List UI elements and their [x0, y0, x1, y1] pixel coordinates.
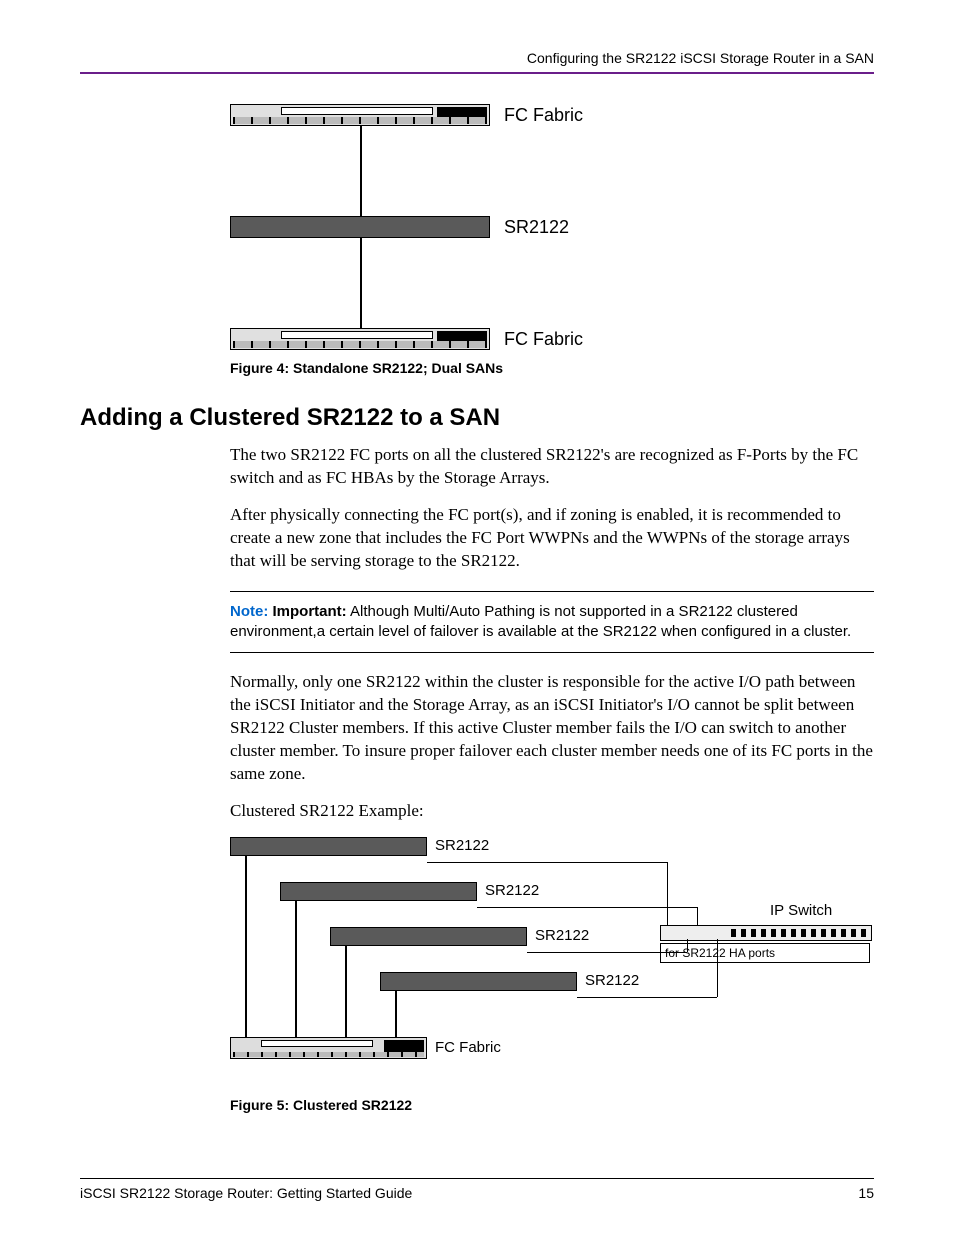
fc-fabric-device — [230, 1037, 427, 1059]
ip-switch-device — [660, 925, 872, 941]
paragraph-1: The two SR2122 FC ports on all the clust… — [230, 444, 874, 490]
sr2122-device — [230, 216, 490, 238]
figure-4: FC Fabric SR2122 FC Fabric — [230, 104, 874, 350]
fc-fabric-device-bottom — [230, 328, 490, 350]
fc-fabric-label-bottom: FC Fabric — [504, 329, 583, 350]
note-label: Note: — [230, 603, 268, 620]
example-intro: Clustered SR2122 Example: — [230, 800, 874, 823]
ip-switch-note: for SR2122 HA ports — [660, 943, 870, 963]
header-rule — [80, 72, 874, 74]
sr2122-label-2: SR2122 — [485, 882, 539, 899]
sr2122-device-4 — [380, 972, 577, 991]
note-important: Important: — [273, 603, 347, 620]
connector-line — [360, 126, 362, 216]
footer-title: iSCSI SR2122 Storage Router: Getting Sta… — [80, 1185, 412, 1201]
page-footer: iSCSI SR2122 Storage Router: Getting Sta… — [80, 1178, 874, 1201]
sr2122-label: SR2122 — [504, 217, 569, 238]
fc-fabric-label: FC Fabric — [435, 1039, 501, 1056]
sr2122-label-1: SR2122 — [435, 837, 489, 854]
fc-fabric-device-top — [230, 104, 490, 126]
figure-4-caption: Figure 4: Standalone SR2122; Dual SANs — [230, 360, 874, 376]
sr2122-label-4: SR2122 — [585, 972, 639, 989]
running-header: Configuring the SR2122 iSCSI Storage Rou… — [80, 50, 874, 66]
sr2122-label-3: SR2122 — [535, 927, 589, 944]
connector-line — [360, 238, 362, 328]
ip-switch-label: IP Switch — [770, 902, 832, 919]
sr2122-device-2 — [280, 882, 477, 901]
paragraph-2: After physically connecting the FC port(… — [230, 504, 874, 573]
figure-5: SR2122 SR2122 SR2122 SR2122 FC Fabric IP… — [230, 837, 874, 1087]
section-heading: Adding a Clustered SR2122 to a SAN — [80, 404, 874, 432]
note-box: Note: Important: Although Multi/Auto Pat… — [230, 591, 874, 654]
figure-5-caption: Figure 5: Clustered SR2122 — [230, 1097, 874, 1113]
paragraph-3: Normally, only one SR2122 within the clu… — [230, 671, 874, 786]
sr2122-device-1 — [230, 837, 427, 856]
fc-fabric-label-top: FC Fabric — [504, 105, 583, 126]
sr2122-device-3 — [330, 927, 527, 946]
page-number: 15 — [858, 1185, 874, 1201]
